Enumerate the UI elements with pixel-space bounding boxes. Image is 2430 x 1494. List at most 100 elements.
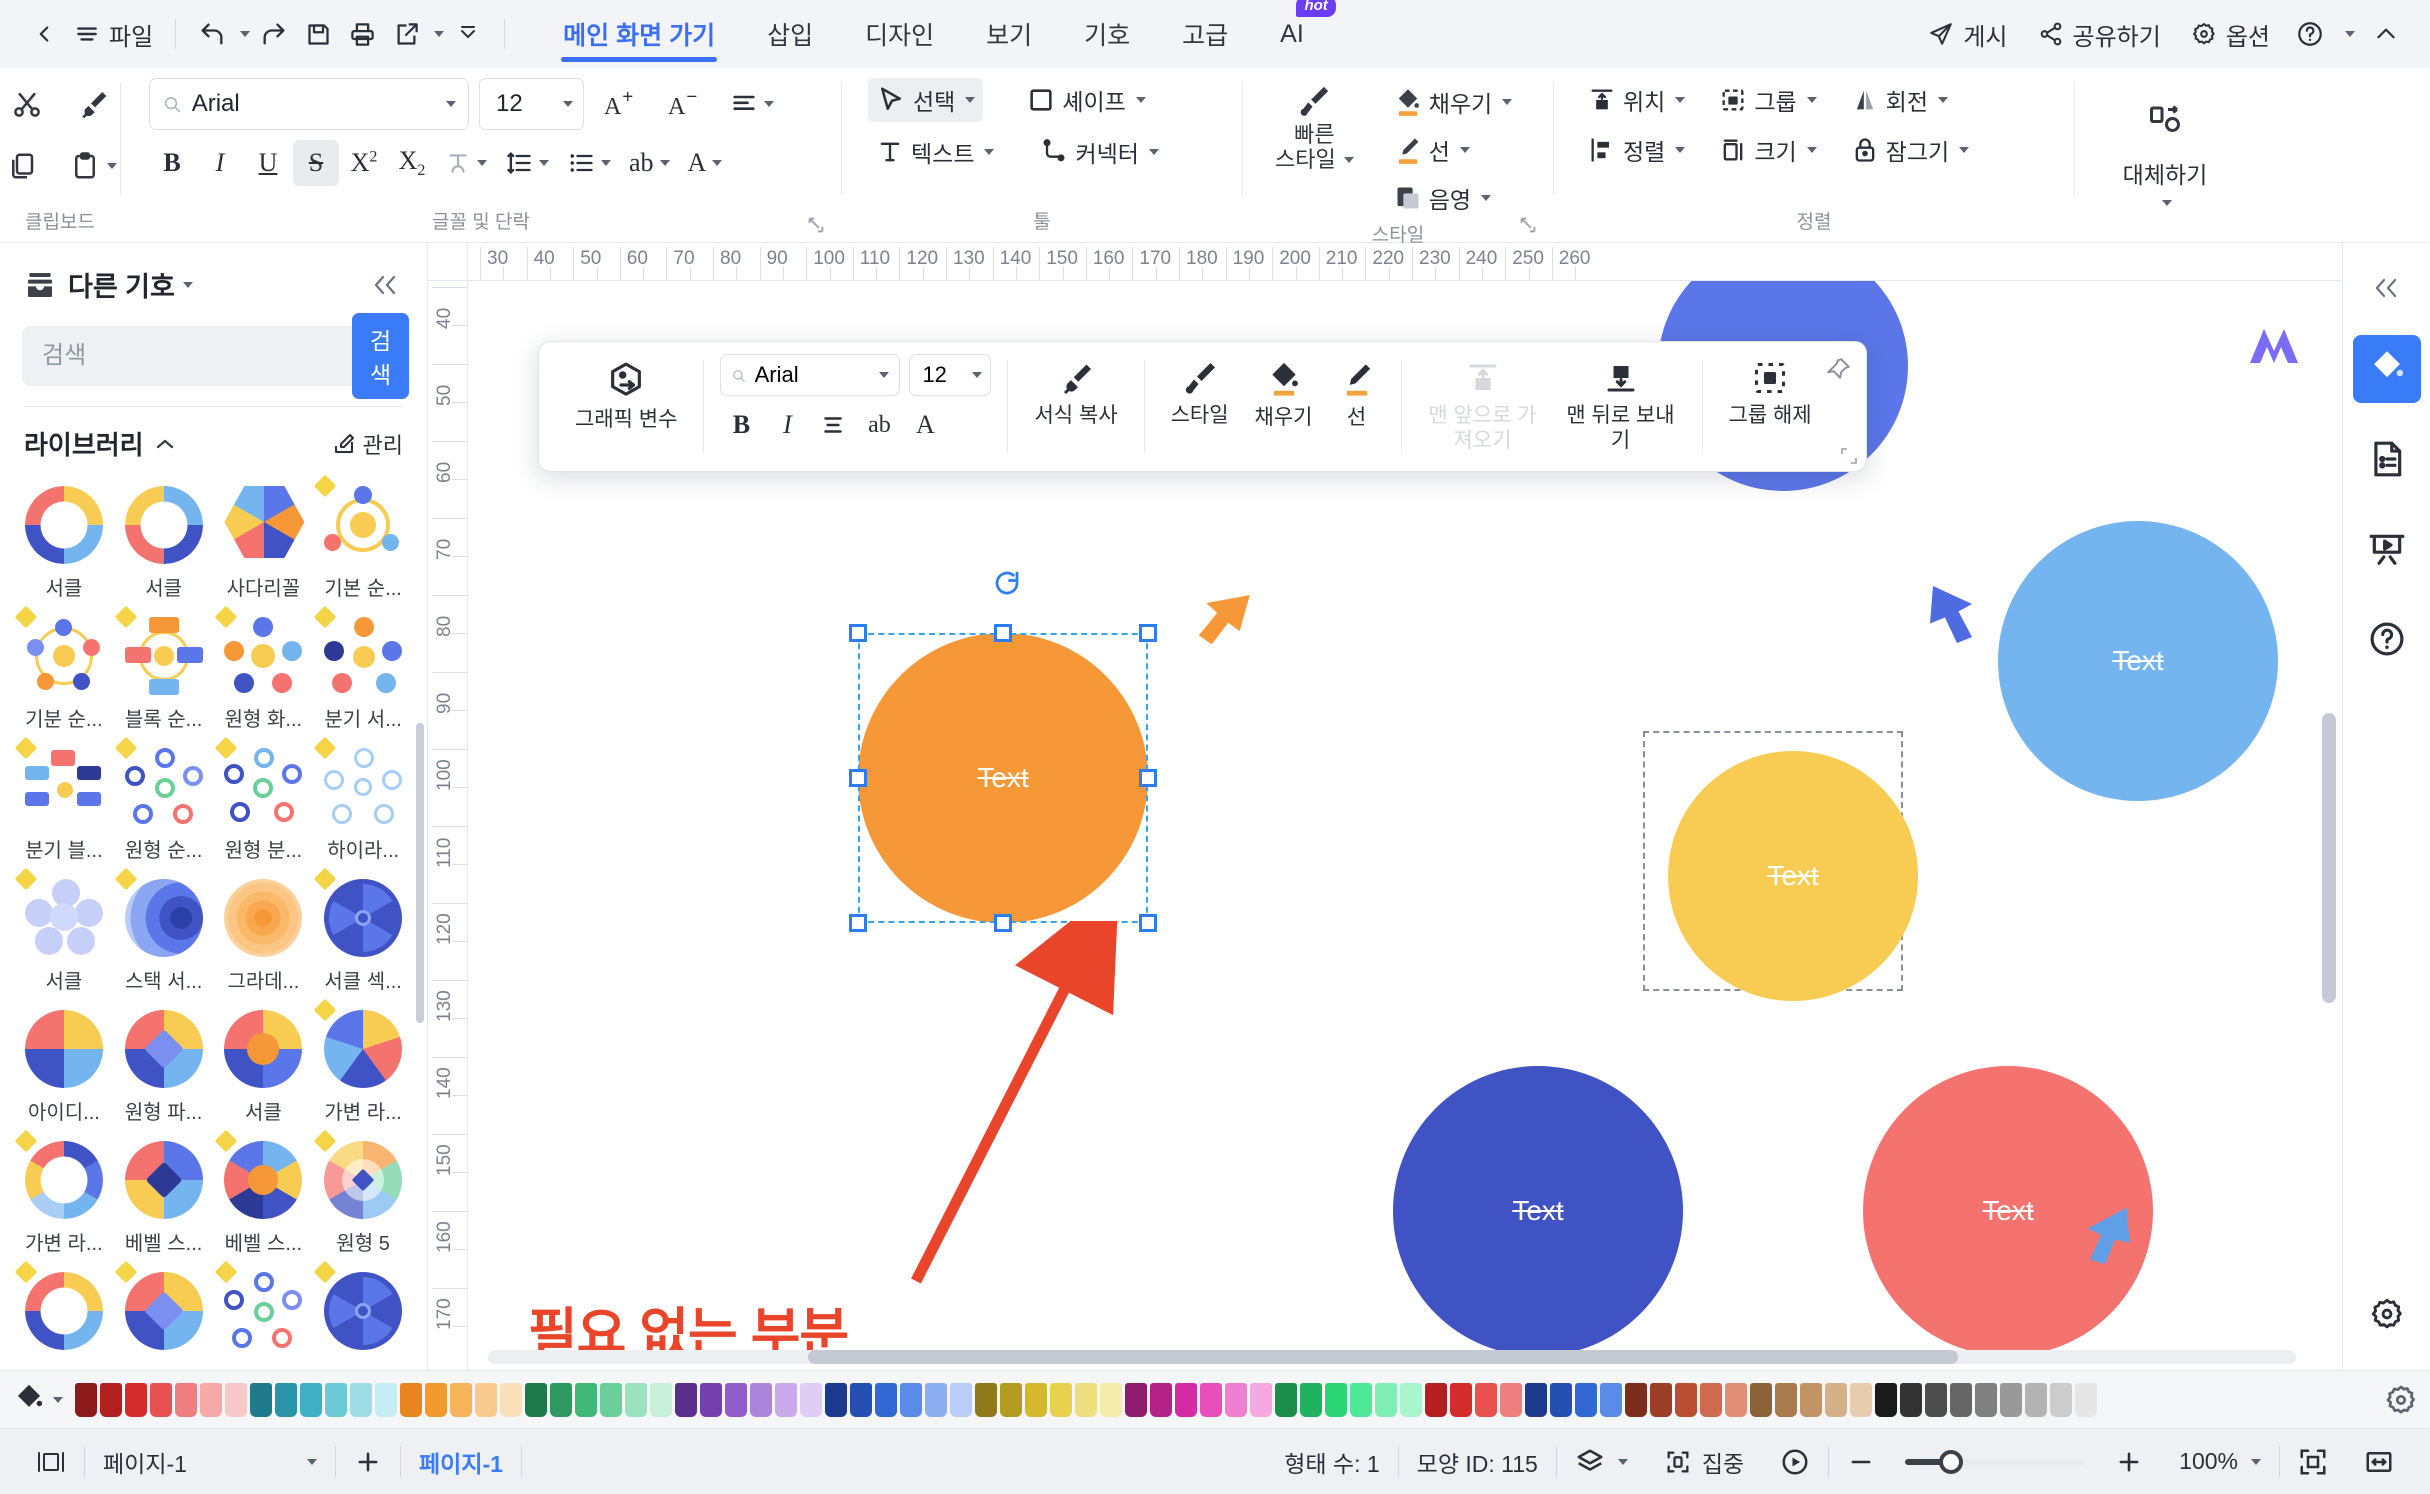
color-swatch[interactable] [475,1382,497,1417]
zoom-in-button[interactable] [2097,1440,2161,1484]
fit-page-button[interactable] [2280,1440,2346,1484]
zoom-level-selector[interactable]: 100% [2161,1440,2279,1484]
format-painter-button[interactable]: 서식 복사 [1024,354,1127,434]
presentation-panel-icon[interactable] [2353,515,2421,583]
font-color-button[interactable]: A [680,140,731,186]
color-swatch[interactable] [900,1382,922,1417]
color-swatch[interactable] [1950,1382,1972,1417]
library-item[interactable]: 기본 순... [313,474,413,605]
shape-yellow-mid[interactable]: Text [1668,751,1918,1001]
replace-icon[interactable] [2136,94,2194,146]
subscript-button[interactable]: X2 [389,140,435,186]
bullet-list-button[interactable] [559,140,619,186]
zoom-slider[interactable] [1905,1449,2086,1474]
text-wrap-button[interactable]: ab [621,140,678,186]
rotate-button[interactable]: 회전 [1843,78,1956,122]
quick-style-button[interactable]: 빠른 스타일 [1267,78,1362,179]
color-swatch[interactable] [1550,1382,1572,1417]
library-item[interactable]: 서클 섹... [313,867,413,998]
shape-lightblue-right[interactable]: Text [1998,521,2278,801]
float-font-size-input[interactable] [909,354,992,396]
color-swatch[interactable] [750,1382,772,1417]
size-button[interactable]: 크기 [1711,128,1824,172]
decrease-font-size-button[interactable]: A − [658,81,712,127]
chevron-down-icon[interactable] [446,101,456,107]
arrow-darkblue-sw[interactable] [1428,1211,1518,1291]
color-swatch[interactable] [1300,1382,1322,1417]
float-italic-button[interactable]: I [766,404,808,446]
canvas-horizontal-scrollbar[interactable] [488,1350,2296,1364]
color-swatch[interactable] [850,1382,872,1417]
superscript-button[interactable]: X2 [341,140,387,186]
library-item[interactable]: 서클 [14,867,114,998]
library-item[interactable]: 베벨 스... [114,1133,214,1260]
align-button[interactable]: 정렬 [1580,128,1693,172]
text-align-button[interactable] [722,81,782,127]
color-swatch[interactable] [1100,1382,1122,1417]
float-fill-button[interactable]: 채우기 [1245,354,1323,436]
graphic-variable-button[interactable]: 그래픽 변수 [565,354,687,438]
color-swatch[interactable] [1250,1382,1272,1417]
resize-handle-n[interactable] [994,624,1012,642]
float-font-family-input[interactable] [720,354,901,396]
color-swatch[interactable] [775,1382,797,1417]
export-icon[interactable] [384,12,428,56]
italic-button[interactable]: I [197,140,243,186]
color-swatch[interactable] [675,1382,697,1417]
color-swatch[interactable] [1350,1382,1372,1417]
color-swatch[interactable] [575,1382,597,1417]
library-scrollbar[interactable] [416,723,424,1023]
rotate-handle[interactable] [992,568,1022,598]
page-tab-active[interactable]: 페이지-1 [401,1440,521,1484]
cut-icon[interactable] [1,78,53,130]
export-dropdown-icon[interactable] [428,12,446,56]
fit-width-button[interactable] [2346,1440,2412,1484]
lock-button[interactable]: 잠그기 [1843,128,1977,172]
tab-symbols[interactable]: 기호 [1058,0,1156,68]
color-swatch[interactable] [925,1382,947,1417]
color-swatch[interactable] [425,1382,447,1417]
library-item[interactable]: 가변 라... [14,1129,114,1260]
color-swatch[interactable] [300,1382,322,1417]
style-dialog-launcher-icon[interactable] [1517,214,1539,236]
color-swatch[interactable] [175,1382,197,1417]
scrollbar-thumb[interactable] [808,1350,1958,1364]
tab-ai[interactable]: AI hot [1254,0,1336,68]
library-item[interactable]: 그라데... [214,871,314,998]
library-item[interactable]: 원형 분... [214,736,314,867]
color-swatch[interactable] [1750,1382,1772,1417]
fill-panel-icon[interactable] [2352,335,2421,403]
library-item[interactable]: 원형 순... [114,736,214,867]
resize-toolbar-handle[interactable] [1840,447,1858,465]
panel-title-dropdown-icon[interactable] [182,281,193,288]
color-swatch[interactable] [1800,1382,1822,1417]
color-swatch[interactable] [1025,1382,1047,1417]
color-swatch[interactable] [2075,1382,2097,1417]
color-swatch[interactable] [500,1382,522,1417]
color-swatch[interactable] [1975,1382,1997,1417]
color-swatch[interactable] [250,1382,272,1417]
palette-settings-button[interactable] [2370,1383,2418,1417]
more-quick-actions-icon[interactable] [446,12,490,56]
color-swatch[interactable] [800,1382,822,1417]
font-family-input[interactable] [149,78,469,130]
color-swatch[interactable] [1050,1382,1072,1417]
manage-library-button[interactable]: 관리 [332,428,403,460]
color-swatch[interactable] [75,1382,97,1417]
library-item[interactable]: 분기 서... [313,605,413,736]
float-line-button[interactable]: 선 [1329,354,1385,436]
search-input[interactable] [42,342,352,370]
library-item[interactable]: 가변 라... [313,998,413,1129]
color-swatch[interactable] [525,1382,547,1417]
library-item[interactable] [114,1260,214,1362]
color-picker-control[interactable] [12,1382,75,1418]
color-swatch[interactable] [725,1382,747,1417]
collapse-ribbon-icon[interactable] [2364,12,2408,56]
shadow-button[interactable]: 음영 [1386,176,1520,220]
color-swatch[interactable] [1425,1382,1447,1417]
options-button[interactable]: 옵션 [2179,10,2282,59]
resize-handle-ne[interactable] [1139,624,1157,642]
group-button[interactable]: 그룹 [1711,78,1824,122]
document-panel-icon[interactable] [2353,425,2421,493]
color-swatch[interactable] [1825,1382,1847,1417]
